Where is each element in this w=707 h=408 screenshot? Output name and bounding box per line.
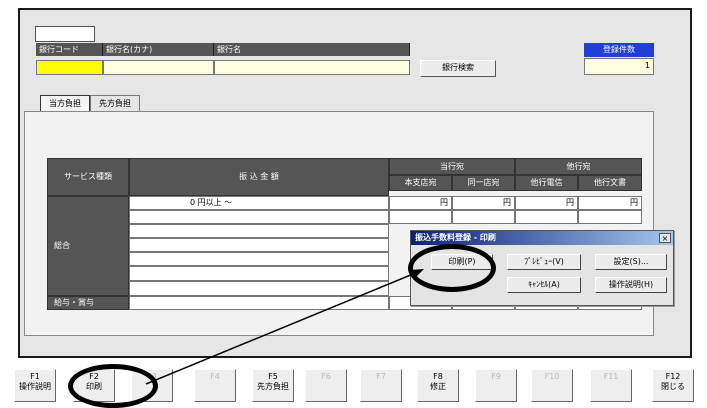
annotation-arrow <box>145 269 424 385</box>
